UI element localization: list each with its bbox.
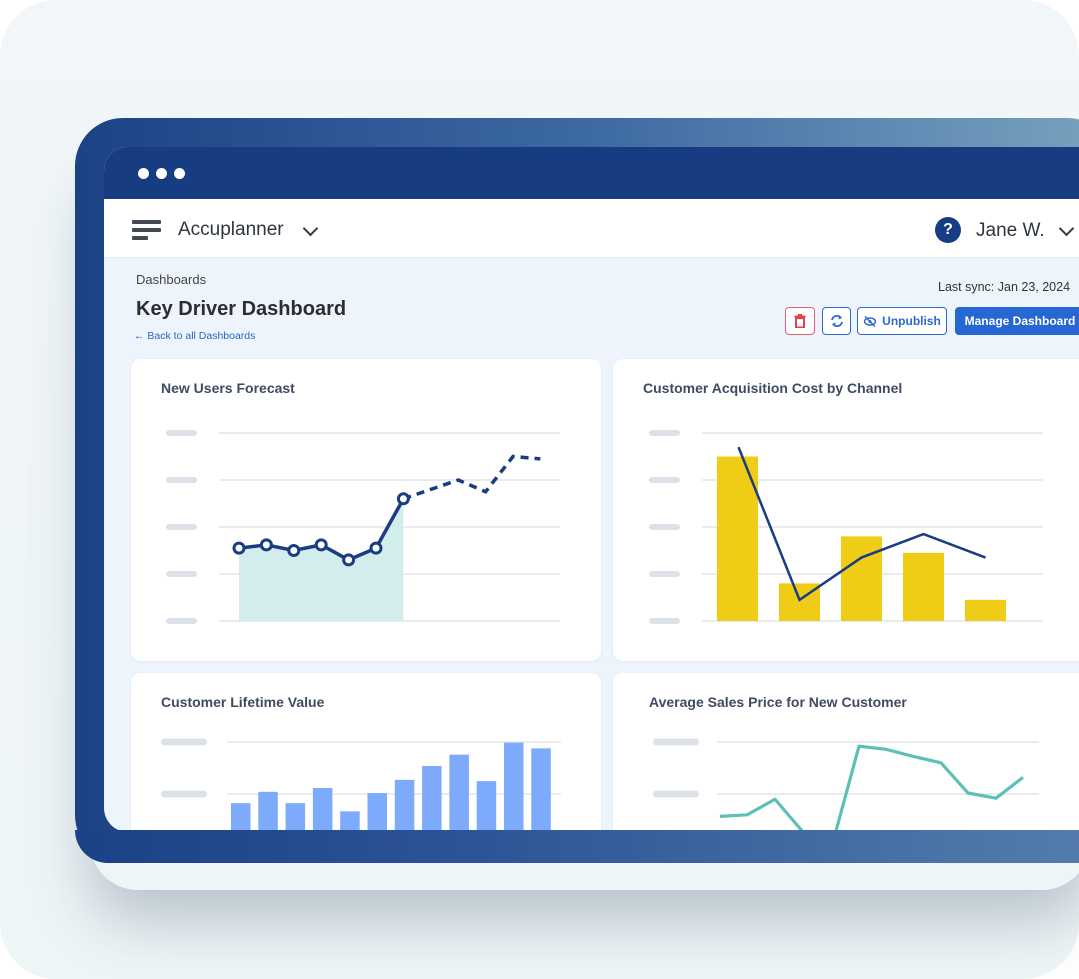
y-tick-placeholder (161, 790, 207, 798)
price-line (719, 744, 1024, 832)
data-point (232, 541, 246, 555)
y-tick-placeholder (649, 524, 680, 530)
y-tick-placeholder (161, 738, 207, 746)
unpublish-button[interactable]: Unpublish (857, 307, 947, 335)
app-header: Accuplanner ? Jane W. (104, 199, 1079, 258)
y-tick-placeholder (649, 618, 680, 624)
help-icon[interactable]: ? (935, 217, 961, 243)
lifetime-value-chart (161, 738, 561, 832)
breadcrumb[interactable]: Dashboards (136, 272, 206, 287)
y-tick-placeholder (166, 524, 197, 530)
bar (504, 742, 524, 832)
new-users-chart (166, 430, 560, 624)
y-tick-placeholder (166, 571, 197, 577)
bar (231, 803, 251, 832)
y-tick-placeholder (166, 618, 197, 624)
arrow-left-icon: ← (134, 330, 145, 342)
bar (340, 811, 360, 832)
bar (841, 536, 882, 621)
eye-slash-icon (863, 315, 877, 327)
bar (903, 552, 944, 621)
y-tick-placeholder (653, 790, 699, 798)
data-point (369, 541, 383, 555)
window-dot-icon[interactable] (174, 168, 185, 179)
bar (422, 765, 442, 832)
delete-button[interactable] (785, 307, 815, 335)
y-tick-placeholder (653, 738, 699, 746)
page-title: Key Driver Dashboard (136, 298, 347, 320)
avg-sales-price-chart (653, 738, 1039, 832)
y-tick-placeholder (166, 477, 197, 483)
bar (965, 599, 1006, 621)
chevron-down-icon[interactable] (302, 220, 319, 237)
user-menu[interactable]: Jane W. (976, 220, 1045, 242)
bar (258, 791, 278, 832)
y-tick-placeholder (166, 430, 197, 436)
data-point (259, 538, 273, 552)
refresh-icon (830, 315, 843, 327)
chart-card-new-users: New Users Forecast (131, 359, 601, 661)
bar (531, 748, 551, 832)
last-sync-text: Last sync: Jan 23, 2024 (938, 280, 1071, 294)
acquisition-cost-chart (649, 430, 1043, 624)
y-tick-placeholder (649, 571, 680, 577)
chevron-down-icon[interactable] (1058, 220, 1075, 237)
bar (449, 754, 469, 832)
back-link[interactable]: ← Back to all Dashboards (134, 330, 255, 342)
window-titlebar (104, 147, 1079, 199)
refresh-button[interactable] (822, 307, 851, 335)
chart-card-lifetime-value: Customer Lifetime Value (131, 673, 601, 832)
trash-icon (794, 314, 806, 328)
window-dot-icon[interactable] (138, 168, 149, 179)
chart-card-acquisition-cost: Customer Acquisition Cost by Channel (613, 359, 1079, 661)
data-point (396, 492, 410, 506)
window-dot-icon[interactable] (156, 168, 167, 179)
data-point (314, 538, 328, 552)
app-window: Accuplanner ? Jane W. Dashboards Key Dri… (104, 147, 1079, 832)
y-tick-placeholder (649, 477, 680, 483)
app-switcher[interactable]: Accuplanner (178, 219, 284, 241)
hamburger-icon[interactable] (132, 220, 162, 240)
manage-dashboard-button[interactable]: Manage Dashboard (955, 307, 1079, 335)
data-point (287, 544, 301, 557)
bar (394, 779, 415, 832)
bar (285, 803, 306, 832)
y-tick-placeholder (649, 430, 680, 436)
device-frame-bottom (75, 830, 1079, 863)
forecast-line (402, 454, 541, 501)
area-fill (239, 498, 404, 621)
data-point (342, 553, 356, 567)
bar (476, 781, 497, 832)
bar (312, 788, 333, 832)
bar (367, 793, 387, 832)
chart-card-avg-sales-price: Average Sales Price for New Customer (613, 673, 1079, 832)
